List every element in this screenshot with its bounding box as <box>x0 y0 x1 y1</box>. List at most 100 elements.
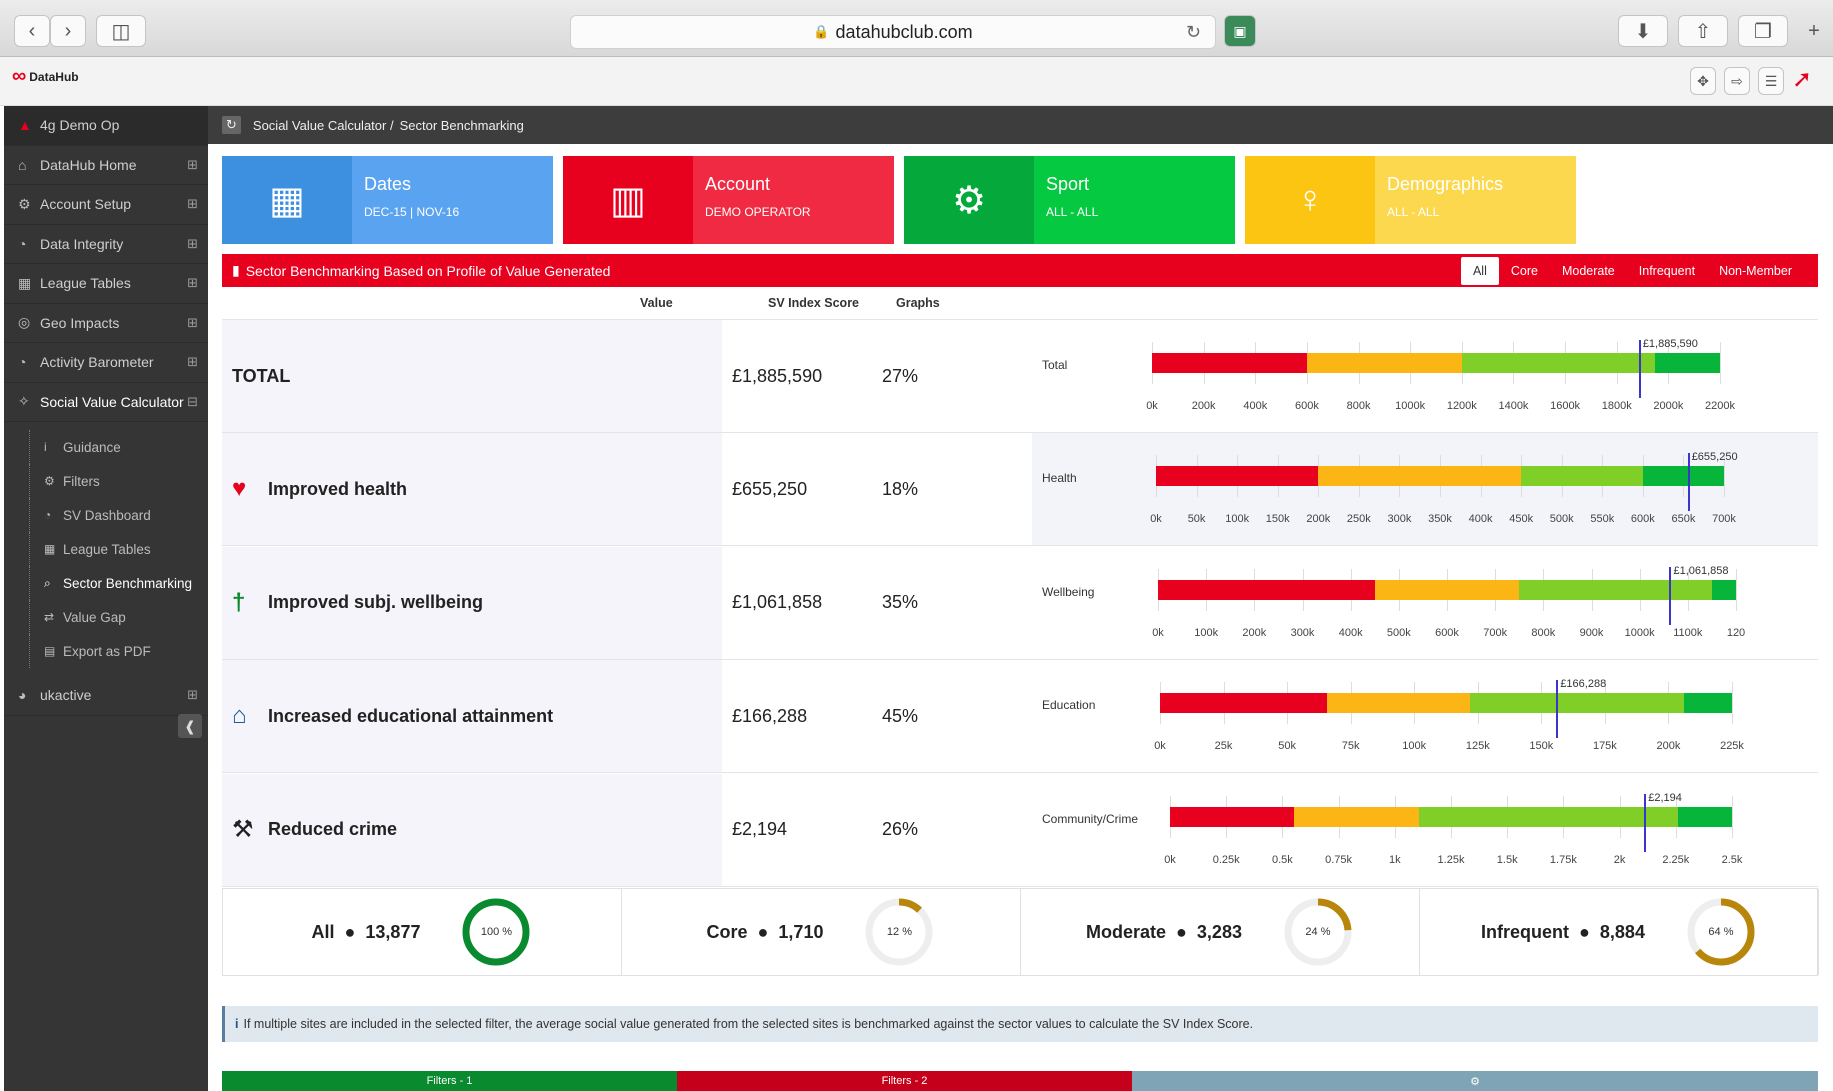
marker-label: £2,194 <box>1648 791 1682 804</box>
expand-icon[interactable]: ⊞ <box>187 196 198 212</box>
submenu-export-as-pdf[interactable]: ▤ Export as PDF <box>4 634 208 668</box>
tab-moderate[interactable]: Moderate <box>1550 257 1627 285</box>
tick-label: 100k <box>1402 740 1427 753</box>
value-marker <box>1644 793 1647 852</box>
fullscreen-icon[interactable]: ✥ <box>1690 67 1716 95</box>
menu-icon[interactable]: ☰ <box>1758 67 1784 95</box>
org-selector[interactable]: ▲ 4g Demo Op <box>4 106 208 146</box>
expand-icon[interactable]: ⊞ <box>187 354 198 370</box>
stat-label: All <box>311 921 335 942</box>
new-tab-icon[interactable]: + <box>1800 15 1828 47</box>
breadcrumb: ↻ Social Value Calculator / Sector Benchma… <box>208 106 1833 144</box>
row-label-cell: ⚒ Reduced crime <box>222 773 722 886</box>
tile-text: Demographics ALL - ALL <box>1375 156 1515 244</box>
sidebar-item-social-value-calculator[interactable]: ✧ Social Value Calculator ⊟ <box>4 383 208 422</box>
tab-non-member[interactable]: Non-Member <box>1707 257 1804 285</box>
expand-icon[interactable]: ⊞ <box>187 275 198 291</box>
tile-demographics[interactable]: ♀ Demographics ALL - ALL <box>1245 156 1576 244</box>
dashboard-icon: ◔ <box>18 354 27 371</box>
refresh-icon[interactable]: ↻ <box>222 116 241 134</box>
sidebar-item-datahub-home[interactable]: ⌂ DataHub Home ⊞ <box>4 146 208 185</box>
table-row: ⚒ Reduced crime £2,194 26% Community/Crime 0k… <box>222 773 1818 887</box>
expand-icon[interactable]: ⊞ <box>187 687 198 703</box>
tile-title: Sport <box>1046 174 1090 194</box>
grid-tick <box>1720 342 1721 384</box>
sidebar-item-label: Account Setup <box>40 196 132 213</box>
share-icon[interactable]: ⇧ <box>1678 15 1728 47</box>
expand-icon[interactable]: ⊞ <box>187 315 198 331</box>
sidebar-item-label: ukactive <box>40 687 92 704</box>
tab-core[interactable]: Core <box>1499 257 1550 285</box>
forward-button[interactable]: › <box>50 15 86 47</box>
sidebar-item-activity-barometer[interactable]: ◔ Activity Barometer ⊞ <box>4 343 208 383</box>
info-icon: i <box>235 1017 239 1031</box>
submenu-guidance[interactable]: i Guidance <box>4 430 208 464</box>
benchmark-band <box>1469 693 1685 714</box>
sidebar-item-ukactive[interactable]: ◕ ukactive ⊞ <box>4 676 208 716</box>
tick-label: 1.75k <box>1549 853 1577 866</box>
tile-sport[interactable]: ⚙ Sport ALL - ALL <box>904 156 1235 244</box>
tile-text: Dates DEC-15 | NOV-16 <box>352 156 471 244</box>
submenu-value-gap[interactable]: ⇄ Value Gap <box>4 600 208 634</box>
tick-label: 300k <box>1387 513 1412 526</box>
donut-label: 100 % <box>480 926 513 938</box>
tick-label: 600k <box>1630 513 1655 526</box>
stat-label: Infrequent <box>1481 921 1570 942</box>
tile-dates[interactable]: ▦ Dates DEC-15 | NOV-16 <box>222 156 553 244</box>
tick-label: 500k <box>1549 513 1574 526</box>
grid-tick <box>1732 682 1733 725</box>
collapse-icon[interactable]: ⊟ <box>187 394 198 410</box>
sidebar-item-league-tables[interactable]: ▦ League Tables ⊞ <box>4 264 208 304</box>
tab-all[interactable]: All <box>1460 257 1499 285</box>
expand-icon[interactable]: ⊞ <box>187 236 198 252</box>
grid-tick <box>1736 568 1737 611</box>
submenu-label: Guidance <box>63 439 121 455</box>
logout-icon[interactable]: ⇨ <box>1724 67 1750 95</box>
expand-icon[interactable]: ⊞ <box>187 157 198 173</box>
tick-label: 120 <box>1726 626 1746 639</box>
header-graphs: Graphs <box>896 296 940 310</box>
tile-subtitle: ALL - ALL <box>1046 205 1099 219</box>
submenu-sector-benchmarking[interactable]: ⌕ Sector Benchmarking <box>4 566 208 600</box>
row-score: 35% <box>882 592 919 613</box>
tile-account[interactable]: ▥ Account DEMO OPERATOR <box>563 156 894 244</box>
benchmark-band <box>1170 806 1295 827</box>
filters-1-button[interactable]: Filters - 1 <box>222 1071 677 1091</box>
download-icon[interactable]: ⬇ <box>1618 15 1668 47</box>
info-icon: i <box>44 440 47 454</box>
tick-label: 650k <box>1671 513 1696 526</box>
marker-label: £1,885,590 <box>1642 338 1698 350</box>
donut-label: 24 % <box>1305 926 1331 938</box>
submenu-label: League Tables <box>63 541 151 557</box>
tick-label: 225k <box>1720 740 1744 753</box>
org-name: 4g Demo Op <box>40 117 120 134</box>
member-tabs: All Core Moderate Infrequent Non-Member <box>1460 257 1804 285</box>
ukactive-icon: ◕ <box>18 687 27 704</box>
benchmark-band <box>1306 353 1462 373</box>
value-marker <box>1638 340 1641 398</box>
submenu-league-tables[interactable]: ▦ League Tables <box>4 532 208 566</box>
tile-subtitle: DEMO OPERATOR <box>705 205 811 219</box>
collapse-sidebar-icon[interactable]: ❰ <box>178 714 202 738</box>
tabs-icon[interactable]: ❐ <box>1738 15 1788 47</box>
breadcrumb-parent[interactable]: Social Value Calculator / <box>253 118 394 133</box>
tick-label: 0k <box>1150 513 1162 526</box>
back-button[interactable]: ‹ <box>14 15 50 47</box>
sidebar-item-data-integrity[interactable]: ◔ Data Integrity ⊞ <box>4 225 208 264</box>
submenu-sv-dashboard[interactable]: ◔ SV Dashboard <box>4 498 208 532</box>
submenu-filters[interactable]: ⚙ Filters <box>4 464 208 498</box>
datahub-logo[interactable]: ∞ DataHub <box>12 65 79 88</box>
tab-infrequent[interactable]: Infrequent <box>1627 257 1707 285</box>
tile-title: Account <box>705 174 771 194</box>
picture-icon[interactable]: ▣ <box>1224 15 1256 47</box>
submenu-label: Sector Benchmarking <box>63 575 193 591</box>
sidebar-toggle-icon[interactable]: ◫ <box>96 15 146 47</box>
settings-button[interactable]: ⚙ <box>1132 1071 1818 1091</box>
tab-label: Infrequent <box>1638 264 1696 278</box>
sidebar-item-account-setup[interactable]: ⚙ Account Setup ⊞ <box>4 185 208 225</box>
url-bar[interactable]: 🔒 datahubclub.com ↻ <box>570 15 1216 49</box>
reload-icon[interactable]: ↻ <box>1186 22 1201 43</box>
percent-donut: 100 % <box>460 896 532 968</box>
filters-2-button[interactable]: Filters - 2 <box>677 1071 1132 1091</box>
sidebar-item-geo-impacts[interactable]: ◎ Geo Impacts ⊞ <box>4 304 208 343</box>
